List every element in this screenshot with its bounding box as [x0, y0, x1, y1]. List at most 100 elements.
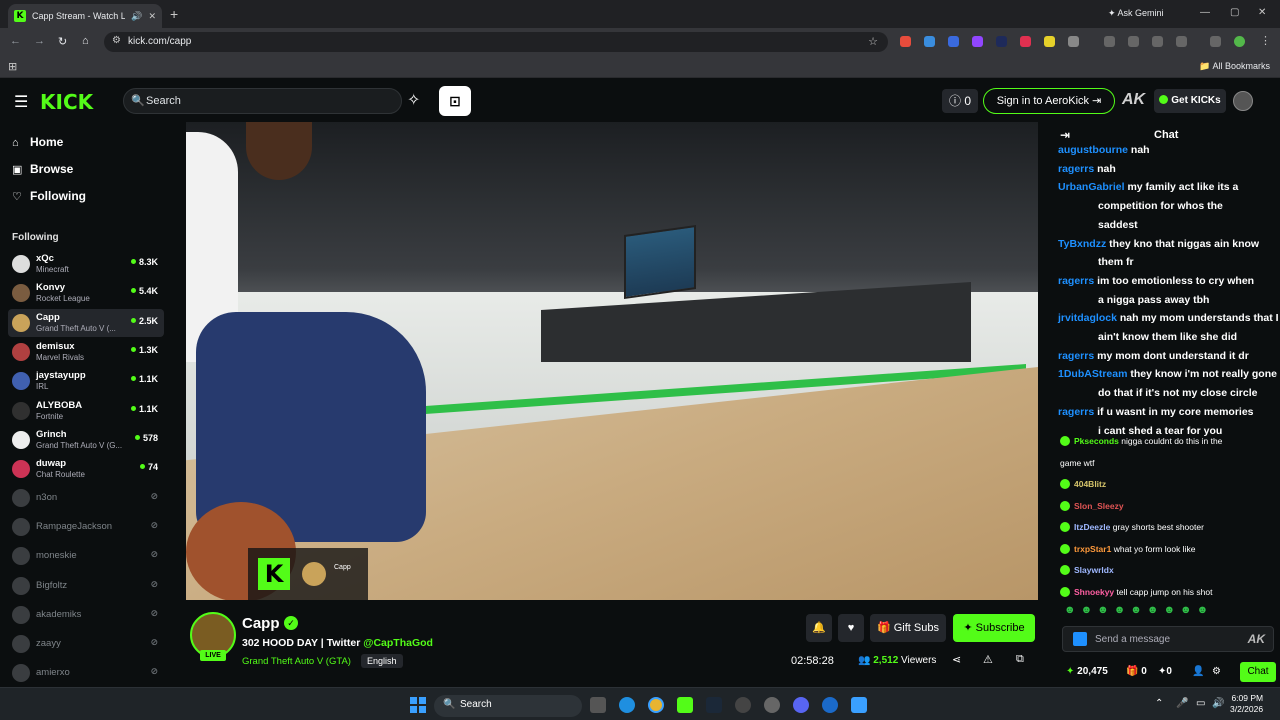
- forward-icon[interactable]: →: [34, 35, 45, 47]
- minimize-icon[interactable]: —: [1200, 7, 1210, 18]
- chat-username[interactable]: jrvitdaglock: [1058, 312, 1117, 324]
- aerokick-chat-icon[interactable]: AK: [1248, 632, 1265, 646]
- offline-channel-item[interactable]: moneskie ⊘: [8, 542, 164, 570]
- user-icon[interactable]: 👤: [1192, 666, 1204, 677]
- extension-6-icon[interactable]: [1020, 36, 1031, 47]
- chat-username[interactable]: Shnoekyy: [1074, 587, 1114, 597]
- ask-gemini-button[interactable]: ✦ Ask Gemini: [1108, 8, 1164, 19]
- maximize-icon[interactable]: ▢: [1230, 7, 1239, 18]
- tray-chevron-icon[interactable]: ⌃: [1155, 698, 1163, 709]
- chat-username[interactable]: 404Blitz: [1074, 479, 1106, 489]
- aerokick-logo[interactable]: AK: [1122, 91, 1145, 109]
- taskbar-search[interactable]: 🔍 Search: [434, 695, 582, 717]
- monitor-icon[interactable]: ▭: [1196, 698, 1205, 709]
- extension-1-icon[interactable]: [900, 36, 911, 47]
- offline-channel-item[interactable]: n3on ⊘: [8, 484, 164, 512]
- app-icon[interactable]: [851, 697, 867, 713]
- clip-icon[interactable]: ⧉: [1016, 653, 1024, 666]
- close-window-icon[interactable]: ✕: [1258, 7, 1266, 18]
- chat-username[interactable]: UrbanGabriel: [1058, 181, 1125, 193]
- nav-home[interactable]: ⌂ Home: [12, 135, 63, 149]
- kick-app-button[interactable]: ⊡: [439, 86, 471, 116]
- following-channel-item[interactable]: xQc Minecraft 8.3K: [8, 250, 164, 278]
- home-icon[interactable]: ⌂: [82, 35, 89, 47]
- profile-avatar[interactable]: [1234, 36, 1245, 47]
- emote-picker-icon[interactable]: [1073, 632, 1087, 646]
- settings-gear-icon[interactable]: ⚙: [1212, 666, 1221, 677]
- video-player[interactable]: K Capp: [186, 122, 1038, 600]
- collapse-chat-icon[interactable]: ⇥: [1060, 128, 1070, 142]
- chat-send-button[interactable]: Chat: [1240, 662, 1276, 682]
- offline-channel-item[interactable]: zaayy ⊘: [8, 630, 164, 658]
- chat-username[interactable]: 1DubAStream: [1058, 368, 1127, 380]
- notification-bell-button[interactable]: 🔔: [806, 614, 832, 642]
- chat-username[interactable]: trxpStar1: [1074, 544, 1111, 554]
- windows-start-icon[interactable]: [410, 697, 426, 713]
- share-icon[interactable]: ⋖: [952, 653, 961, 666]
- browser-app-icon[interactable]: [822, 697, 838, 713]
- follow-heart-button[interactable]: ♥: [838, 614, 864, 642]
- tab-search-icon[interactable]: [1104, 36, 1115, 47]
- search-input[interactable]: 🔍 Search: [123, 88, 402, 114]
- chat-username[interactable]: ragerrs: [1058, 163, 1094, 175]
- subscribe-button[interactable]: ✦ Subscribe: [953, 614, 1035, 642]
- link-icon[interactable]: [1128, 36, 1139, 47]
- kick-logo[interactable]: KICK: [40, 90, 93, 114]
- chat-username[interactable]: Slon_Sleezy: [1074, 501, 1124, 511]
- following-channel-item[interactable]: demisux Marvel Rivals 1.3K: [8, 338, 164, 366]
- bookmark-star-icon[interactable]: ☆: [868, 35, 878, 48]
- browser-tab[interactable]: K Capp Stream - Watch Live 🔊 ✕: [8, 4, 162, 28]
- extension-4-icon[interactable]: [972, 36, 983, 47]
- back-icon[interactable]: ←: [10, 35, 21, 47]
- chrome-icon[interactable]: [648, 697, 664, 713]
- gift-subs-button[interactable]: 🎁 Gift Subs: [870, 614, 946, 642]
- reload-icon[interactable]: ↻: [58, 35, 67, 48]
- site-info-icon[interactable]: ⚙: [112, 35, 121, 46]
- bookmarks-icon[interactable]: [1152, 36, 1163, 47]
- notification-button[interactable]: ⓘ 0: [942, 89, 978, 113]
- twitter-link[interactable]: @CapThaGod: [363, 637, 433, 649]
- settings-app-icon[interactable]: [764, 697, 780, 713]
- following-channel-item[interactable]: Grinch Grand Theft Auto V (G... 578: [8, 426, 164, 454]
- ccleaner-icon[interactable]: [735, 697, 751, 713]
- user-avatar[interactable]: [1233, 91, 1253, 111]
- offline-channel-item[interactable]: RampageJackson ⊘: [8, 513, 164, 541]
- chat-username[interactable]: Slaywrldx: [1074, 565, 1114, 575]
- nav-following[interactable]: ♡ Following: [12, 189, 86, 203]
- chat-username[interactable]: ragerrs: [1058, 275, 1094, 287]
- system-clock[interactable]: 6:09 PM 3/2/2026: [1230, 693, 1263, 715]
- offline-channel-item[interactable]: akademiks ⊘: [8, 601, 164, 629]
- chat-username[interactable]: ItzDeezle: [1074, 522, 1110, 532]
- offline-channel-item[interactable]: amierxo ⊘: [8, 659, 164, 687]
- chat-username[interactable]: ragerrs: [1058, 350, 1094, 362]
- offline-channel-item[interactable]: Bigfoltz ⊘: [8, 572, 164, 600]
- report-icon[interactable]: ⚠: [983, 653, 993, 666]
- mic-icon[interactable]: 🎤: [1176, 698, 1188, 709]
- apps-grid-icon[interactable]: ⊞: [8, 60, 17, 73]
- sidebar-toggle-icon[interactable]: [1210, 36, 1221, 47]
- extension-2-icon[interactable]: [924, 36, 935, 47]
- chat-username[interactable]: TyBxndzz: [1058, 238, 1106, 250]
- extension-5-icon[interactable]: [996, 36, 1007, 47]
- stream-category[interactable]: Grand Theft Auto V (GTA): [242, 656, 351, 667]
- volume-icon[interactable]: 🔊: [1212, 698, 1224, 709]
- task-view-icon[interactable]: [590, 697, 606, 713]
- chat-username[interactable]: Pkseconds: [1074, 436, 1119, 446]
- following-channel-item[interactable]: ALYBOBA Fortnite 1.1K: [8, 397, 164, 425]
- chat-username[interactable]: augustbourne: [1058, 144, 1128, 156]
- edge-icon[interactable]: [619, 697, 635, 713]
- following-channel-item[interactable]: Capp Grand Theft Auto V (... 2.5K: [8, 308, 164, 337]
- emote-bar[interactable]: ☻☻☻☻☻☻☻☻☻: [1064, 604, 1274, 618]
- all-bookmarks[interactable]: 📁 All Bookmarks: [1199, 61, 1270, 72]
- new-tab-icon[interactable]: +: [170, 6, 178, 22]
- extensions-puzzle-icon[interactable]: [1068, 36, 1079, 47]
- steam-icon[interactable]: [706, 697, 722, 713]
- chat-username[interactable]: ragerrs: [1058, 406, 1094, 418]
- download-icon[interactable]: [1176, 36, 1187, 47]
- extension-7-icon[interactable]: [1044, 36, 1055, 47]
- language-tag[interactable]: English: [361, 654, 403, 668]
- kick-app-icon[interactable]: [677, 697, 693, 713]
- extension-3-icon[interactable]: [948, 36, 959, 47]
- menu-kebab-icon[interactable]: ⋮: [1260, 34, 1271, 47]
- address-bar[interactable]: ⚙ kick.com/capp ☆: [104, 32, 888, 52]
